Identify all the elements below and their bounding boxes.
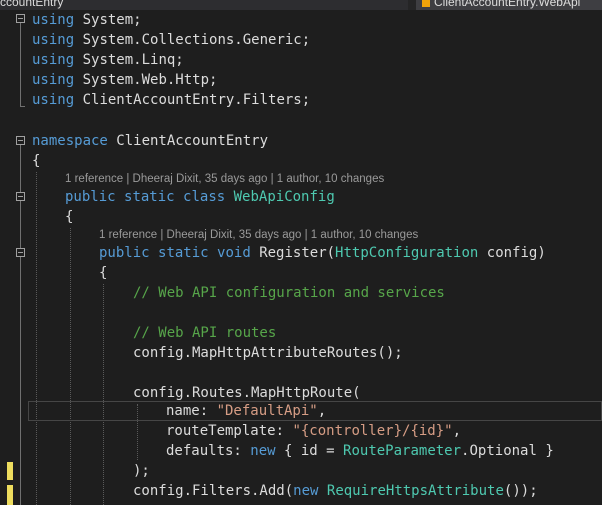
- tab-separator: [408, 0, 416, 10]
- keyword: new: [293, 483, 319, 499]
- code-text: ClientAccountEntry.Filters;: [74, 92, 311, 108]
- keyword: namespace: [32, 133, 108, 149]
- code-text: config.Routes.MapHttpRoute(: [133, 385, 361, 401]
- code-editor[interactable]: ccountEntry ClientAccountEntry.WebApi us…: [0, 0, 602, 505]
- code-line[interactable]: // Web API routes: [133, 323, 276, 343]
- csharp-file-icon: [422, 0, 430, 7]
- code-text: ClientAccountEntry: [107, 133, 269, 149]
- indent-guide: [70, 228, 71, 505]
- code-line[interactable]: public static class WebApiConfig: [65, 187, 335, 207]
- code-line[interactable]: {: [99, 263, 107, 283]
- keyword: new: [250, 443, 276, 459]
- collapse-icon[interactable]: [16, 136, 25, 145]
- code-line[interactable]: {: [65, 207, 73, 227]
- outline-end: [20, 106, 25, 107]
- code-line[interactable]: config.Routes.MapHttpRoute(: [133, 383, 361, 403]
- code-comment: // Web API routes: [133, 325, 277, 341]
- string-literal: "{controller}/{id}": [292, 423, 453, 439]
- change-marker: [7, 485, 13, 505]
- string-literal: "DefaultApi": [216, 403, 318, 419]
- code-text: {: [99, 265, 108, 281]
- keyword: using: [32, 52, 75, 68]
- tab-webapi-config[interactable]: ClientAccountEntry.WebApi: [416, 0, 602, 10]
- code-text: config): [478, 245, 546, 261]
- code-line[interactable]: public static void Register(HttpConfigur…: [99, 243, 546, 263]
- code-text: ());: [503, 483, 538, 499]
- outline-line: [20, 145, 21, 193]
- type-name: RouteParameter: [343, 443, 462, 459]
- code-text: name:: [166, 403, 217, 419]
- code-line[interactable]: );: [133, 461, 150, 481]
- code-line[interactable]: config.MapHttpAttributeRoutes();: [133, 343, 403, 363]
- tab-client-account-entry[interactable]: ccountEntry: [0, 0, 408, 10]
- outline-line: [20, 201, 21, 249]
- indent-guide: [36, 172, 37, 505]
- outline-line: [20, 23, 21, 106]
- keyword: public: [65, 189, 116, 205]
- codelens-info[interactable]: 1 reference | Dheeraj Dixit, 35 days ago…: [65, 171, 384, 187]
- code-text: ,: [317, 403, 327, 419]
- code-text: System.Collections.Generic;: [74, 32, 311, 48]
- outline-line: [20, 257, 21, 505]
- code-text: routeTemplate:: [166, 423, 293, 439]
- code-text: config.Filters.Add(: [133, 483, 294, 499]
- keyword: using: [32, 12, 75, 28]
- type-name: RequireHttpsAttribute: [326, 483, 504, 499]
- code-line[interactable]: namespace ClientAccountEntry: [32, 131, 268, 151]
- keyword: using: [32, 92, 75, 108]
- code-text: .Optional }: [461, 443, 554, 459]
- keyword: static: [158, 245, 209, 261]
- code-text: System.Linq;: [74, 52, 184, 68]
- code-text: System;: [74, 12, 142, 28]
- collapse-icon[interactable]: [16, 192, 25, 201]
- keyword: using: [32, 32, 75, 48]
- tab-label: ClientAccountEntry.WebApi: [434, 0, 581, 9]
- keyword: static: [124, 189, 175, 205]
- code-line[interactable]: using System.Linq;: [32, 50, 184, 70]
- code-text: System.Web.Http;: [74, 72, 218, 88]
- code-text: config.MapHttpAttributeRoutes();: [133, 345, 403, 361]
- code-line[interactable]: defaults: new { id = RouteParameter.Opti…: [166, 441, 554, 461]
- code-line[interactable]: config.Filters.Add(new RequireHttpsAttri…: [133, 481, 538, 501]
- change-marker: [7, 462, 13, 480]
- keyword: class: [183, 189, 226, 205]
- collapse-icon[interactable]: [16, 14, 25, 23]
- type-name: WebApiConfig: [233, 189, 335, 205]
- code-line[interactable]: // Web API configuration and services: [133, 283, 445, 303]
- code-line[interactable]: using System.Web.Http;: [32, 70, 217, 90]
- code-text: defaults:: [166, 443, 251, 459]
- indent-guide: [103, 284, 104, 505]
- tab-label: ccountEntry: [0, 0, 64, 9]
- code-text: );: [133, 463, 150, 479]
- code-line[interactable]: using ClientAccountEntry.Filters;: [32, 90, 310, 110]
- code-text: { id =: [275, 443, 344, 459]
- code-text: {: [65, 209, 74, 225]
- code-line[interactable]: using System;: [32, 10, 142, 30]
- keyword: void: [217, 245, 251, 261]
- code-line[interactable]: {: [32, 151, 40, 171]
- collapse-icon[interactable]: [16, 248, 25, 257]
- type-name: HttpConfiguration: [335, 245, 479, 261]
- keyword: public: [99, 245, 150, 261]
- code-text: Register(: [259, 245, 336, 261]
- code-text: ,: [452, 423, 462, 439]
- codelens-info[interactable]: 1 reference | Dheeraj Dixit, 35 days ago…: [99, 227, 418, 243]
- code-line[interactable]: using System.Collections.Generic;: [32, 30, 310, 50]
- code-comment: // Web API configuration and services: [133, 285, 445, 301]
- code-line[interactable]: name: "DefaultApi",: [166, 401, 326, 421]
- code-line[interactable]: routeTemplate: "{controller}/{id}",: [166, 421, 461, 441]
- document-tab-bar: ccountEntry ClientAccountEntry.WebApi: [0, 0, 602, 10]
- keyword: using: [32, 72, 75, 88]
- code-text: {: [32, 153, 41, 169]
